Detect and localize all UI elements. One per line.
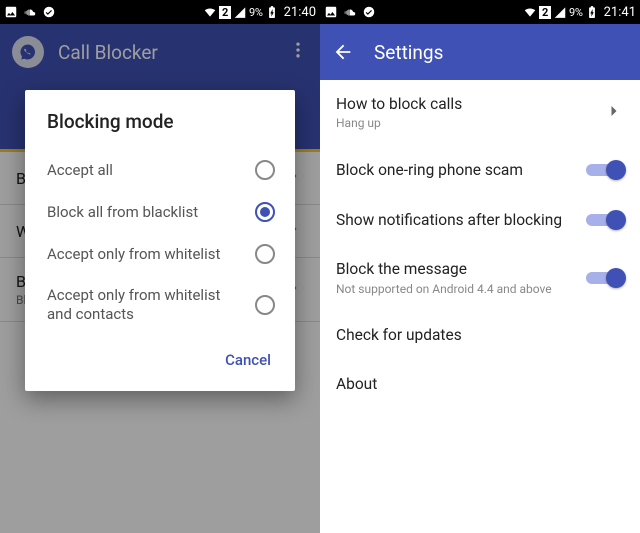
screen-call-blocker: 2 9% 21:40 Call Blocker Blacklist Whitel…	[0, 0, 320, 533]
check-circle-icon	[362, 5, 376, 19]
option-label: Accept all	[47, 161, 255, 180]
image-icon	[324, 5, 338, 19]
setting-how-to-block[interactable]: How to block calls Hang up	[320, 80, 640, 145]
radio-icon	[255, 202, 275, 222]
option-label: Block all from blacklist	[47, 203, 255, 222]
settings-title: Settings	[374, 41, 443, 64]
signal-icon	[233, 5, 247, 19]
radio-icon	[255, 295, 275, 315]
cancel-button[interactable]: Cancel	[215, 343, 281, 377]
image-icon	[4, 5, 18, 19]
screen-settings: 2 9% 21:41 Settings How to block calls H…	[320, 0, 640, 533]
option-label: Accept only from whitelist	[47, 245, 255, 264]
toggle-switch[interactable]	[586, 160, 624, 180]
status-bar: 2 9% 21:41	[320, 0, 640, 24]
setting-title: Show notifications after blocking	[336, 211, 578, 230]
clock-text: 21:41	[604, 5, 636, 20]
battery-charging-icon	[585, 5, 599, 19]
setting-subtitle: Not supported on Android 4.4 and above	[336, 282, 578, 296]
app-bar: Settings	[320, 24, 640, 80]
battery-text: 9%	[569, 6, 583, 19]
soundcloud-icon	[23, 5, 37, 19]
setting-title: Block the message	[336, 260, 578, 279]
radio-option-accept-whitelist[interactable]: Accept only from whitelist	[25, 233, 295, 275]
setting-show-notifications[interactable]: Show notifications after blocking	[320, 195, 640, 245]
setting-about[interactable]: About	[320, 360, 640, 409]
sim-indicator: 2	[219, 6, 231, 19]
sim-indicator: 2	[539, 6, 551, 19]
setting-title: Check for updates	[336, 326, 616, 345]
radio-option-accept-all[interactable]: Accept all	[25, 149, 295, 191]
radio-icon	[255, 244, 275, 264]
back-button[interactable]	[332, 41, 354, 63]
setting-check-updates[interactable]: Check for updates	[320, 311, 640, 360]
setting-subtitle: Hang up	[336, 116, 596, 130]
toggle-switch[interactable]	[586, 210, 624, 230]
setting-one-ring-scam[interactable]: Block one-ring phone scam	[320, 145, 640, 195]
radio-icon	[255, 160, 275, 180]
dialog-title: Blocking mode	[25, 90, 295, 149]
blocking-mode-dialog: Blocking mode Accept all Block all from …	[25, 90, 295, 391]
chevron-right-icon	[604, 101, 624, 125]
battery-text: 9%	[249, 6, 263, 19]
check-circle-icon	[42, 5, 56, 19]
radio-option-block-blacklist[interactable]: Block all from blacklist	[25, 191, 295, 233]
radio-option-accept-whitelist-contacts[interactable]: Accept only from whitelist and contacts	[25, 275, 295, 335]
battery-charging-icon	[265, 5, 279, 19]
setting-block-message[interactable]: Block the message Not supported on Andro…	[320, 245, 640, 310]
wifi-icon	[203, 5, 217, 19]
setting-title: How to block calls	[336, 95, 596, 114]
option-label: Accept only from whitelist and contacts	[47, 286, 255, 324]
modal-scrim[interactable]: Blocking mode Accept all Block all from …	[0, 24, 320, 533]
toggle-switch[interactable]	[586, 268, 624, 288]
wifi-icon	[523, 5, 537, 19]
signal-icon	[553, 5, 567, 19]
clock-text: 21:40	[284, 5, 316, 20]
status-bar: 2 9% 21:40	[0, 0, 320, 24]
setting-title: Block one-ring phone scam	[336, 161, 578, 180]
setting-title: About	[336, 375, 616, 394]
soundcloud-icon	[343, 5, 357, 19]
settings-list: How to block calls Hang up Block one-rin…	[320, 80, 640, 410]
